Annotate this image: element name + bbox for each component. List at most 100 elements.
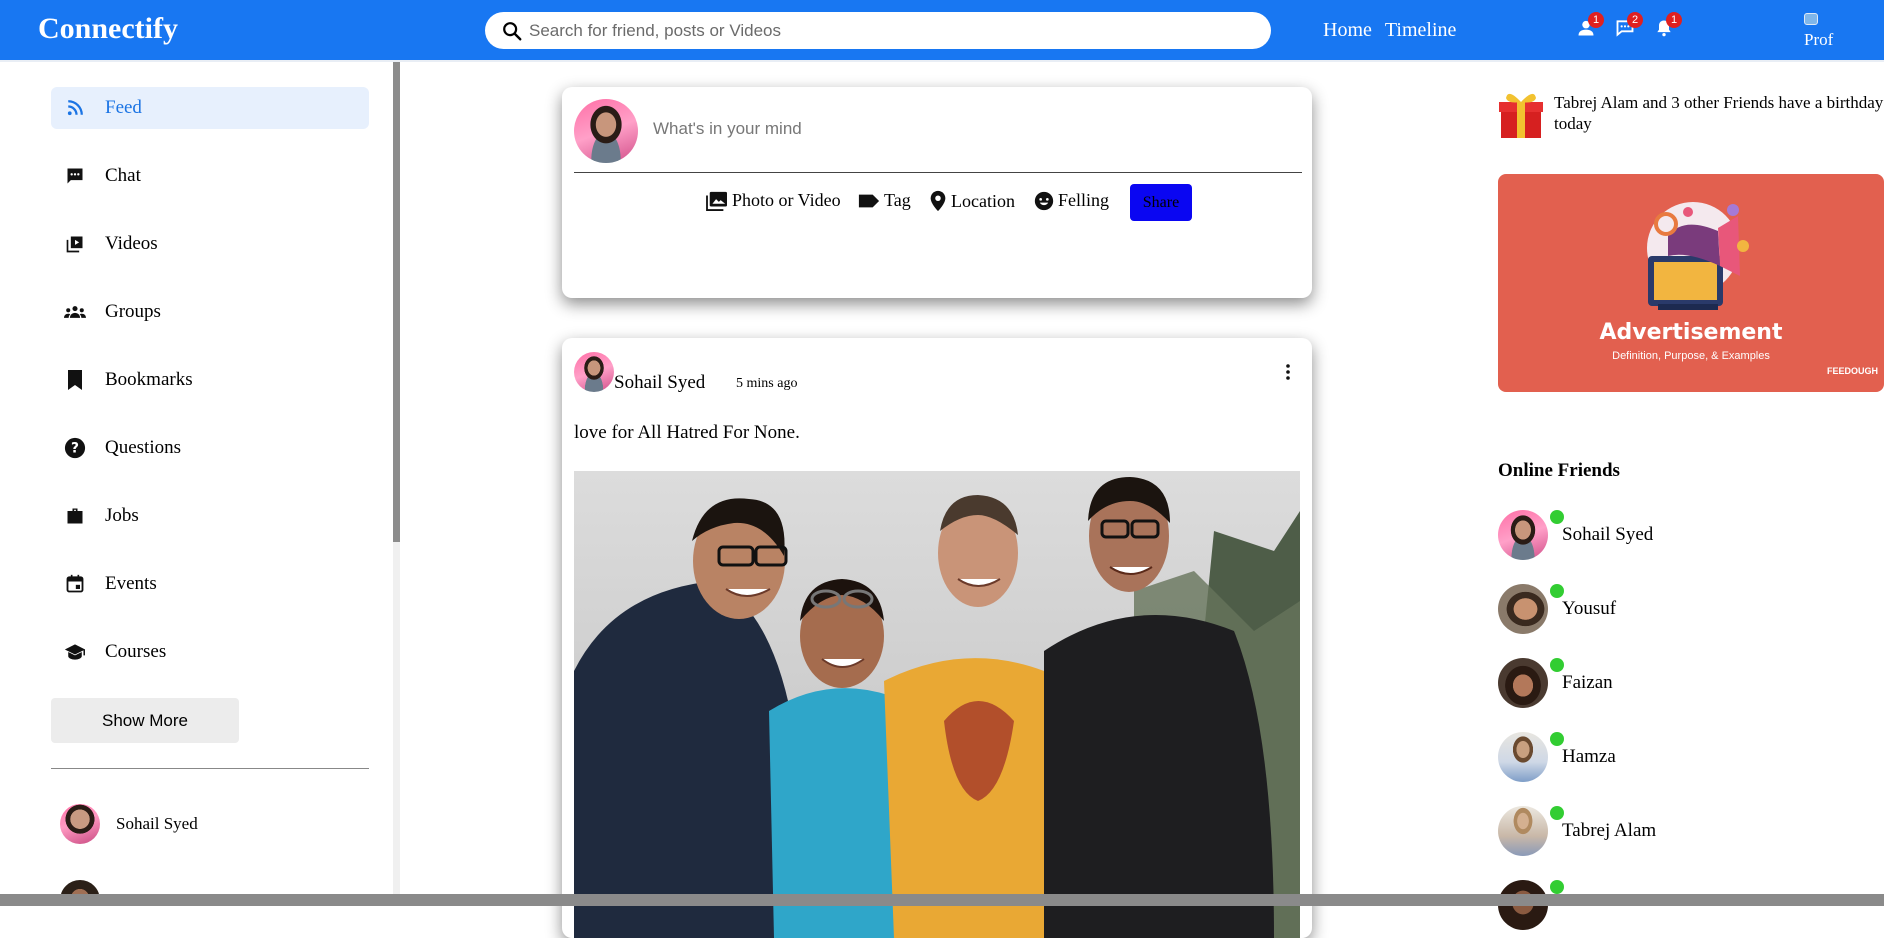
online-indicator [1550, 658, 1564, 672]
online-indicator [1550, 732, 1564, 746]
avatar [574, 99, 638, 163]
avatar [1498, 510, 1548, 560]
notifications-badge: 1 [1666, 12, 1682, 28]
sidebar-item-events[interactable]: Events [51, 563, 369, 605]
friend-name: Faizan [1562, 672, 1613, 693]
home-link[interactable]: Home [1323, 19, 1372, 42]
ad-brand: FEEDOUGH [1826, 366, 1878, 376]
sidebar-divider [51, 768, 369, 769]
ad-subtitle: Definition, Purpose, & Examples [1612, 350, 1770, 362]
online-friend-item[interactable]: Sohail Syed [1498, 510, 1653, 560]
friend-name: Hamza [1562, 746, 1616, 767]
feeling-option[interactable]: Felling [1034, 190, 1109, 211]
share-button[interactable]: Share [1130, 184, 1192, 221]
sidebar-item-groups[interactable]: Groups [51, 291, 369, 333]
online-friend-item[interactable]: Tabrej Alam [1498, 806, 1656, 856]
location-pin-icon [930, 190, 946, 212]
online-indicator [1550, 584, 1564, 598]
photo-video-option[interactable]: Photo or Video [706, 190, 841, 211]
sidebar-item-label: Groups [105, 301, 161, 322]
left-sidebar: Feed Chat Videos Groups Bookmarks ? Ques… [0, 62, 400, 906]
search-input[interactable] [529, 20, 1229, 41]
show-more-button[interactable]: Show More [51, 698, 239, 743]
groups-icon [63, 300, 87, 324]
right-sidebar: Tabrej Alam and 3 other Friends have a b… [1498, 62, 1884, 930]
sidebar-item-label: Events [105, 573, 157, 594]
option-label: Tag [884, 190, 911, 210]
sidebar-item-label: Chat [105, 165, 141, 186]
photo-library-icon [706, 191, 727, 211]
messages-badge: 2 [1627, 12, 1643, 28]
post-image[interactable] [574, 471, 1300, 938]
tag-icon [858, 194, 880, 207]
gift-icon [1499, 93, 1543, 138]
video-library-icon [63, 232, 87, 256]
option-label: Photo or Video [732, 190, 841, 210]
sidebar-item-videos[interactable]: Videos [51, 223, 369, 265]
online-indicator [1550, 880, 1564, 894]
online-indicator [1550, 806, 1564, 820]
sidebar-item-label: Feed [105, 97, 142, 118]
post-time: 5 mins ago [736, 376, 798, 391]
sidebar-item-label: Videos [105, 233, 158, 254]
sidebar-item-chat[interactable]: Chat [51, 155, 369, 197]
online-friends-title: Online Friends [1498, 460, 1620, 481]
avatar [1498, 658, 1548, 708]
friend-name: Tabrej Alam [1562, 820, 1657, 841]
more-vert-icon[interactable] [1282, 362, 1294, 382]
work-icon [63, 504, 87, 528]
svg-text:?: ? [71, 441, 79, 457]
status-input[interactable] [653, 119, 1153, 139]
share-divider [574, 172, 1302, 173]
horizontal-scrollbar[interactable] [0, 894, 1884, 906]
sidebar-item-label: Courses [105, 641, 167, 662]
messages-button[interactable]: 2 [1615, 12, 1643, 40]
app-logo[interactable]: Connectify [38, 12, 178, 46]
school-icon [63, 640, 87, 664]
avatar [1498, 732, 1548, 782]
location-option[interactable]: Location [929, 190, 1015, 212]
profile-image[interactable]: Prof [1802, 13, 1838, 49]
sidebar-item-label: Jobs [105, 505, 139, 526]
sidebar-item-courses[interactable]: Courses [51, 631, 369, 673]
online-indicator [1550, 510, 1564, 524]
help-icon: ? [63, 436, 87, 460]
sidebar-item-bookmarks[interactable]: Bookmarks [51, 359, 369, 401]
avatar [1498, 584, 1548, 634]
ad-title: Advertisement [1599, 320, 1783, 345]
tag-option[interactable]: Tag [858, 190, 911, 211]
option-label: Felling [1058, 190, 1110, 210]
emoji-icon [1034, 191, 1054, 210]
sidebar-item-jobs[interactable]: Jobs [51, 495, 369, 537]
friend-requests-badge: 1 [1588, 12, 1604, 28]
chat-icon [63, 164, 87, 188]
event-icon [63, 572, 87, 596]
notifications-button[interactable]: 1 [1654, 12, 1682, 40]
sidebar-friend-item[interactable]: Sohail Syed [60, 804, 198, 844]
avatar[interactable] [574, 352, 614, 392]
post-card: Sohail Syed 5 mins ago love for All Hatr… [562, 338, 1312, 938]
friend-requests-button[interactable]: 1 [1576, 12, 1604, 40]
sidebar-item-label: Questions [105, 437, 181, 458]
friend-name: Yousuf [1562, 598, 1617, 619]
sidebar-item-feed[interactable]: Feed [51, 87, 369, 129]
option-label: Location [951, 190, 1015, 211]
profile-image-alt: Prof [1804, 30, 1834, 49]
search-bar[interactable] [485, 12, 1271, 49]
advertisement-banner[interactable]: Advertisement Definition, Purpose, & Exa… [1498, 174, 1884, 392]
friend-name: Sohail Syed [116, 814, 198, 833]
online-friend-item[interactable]: Faizan [1498, 658, 1613, 708]
birthday-container: Tabrej Alam and 3 other Friends have a b… [1498, 90, 1884, 140]
friend-name: Sohail Syed [1562, 524, 1654, 545]
post-author[interactable]: Sohail Syed [614, 372, 705, 394]
birthday-text: Tabrej Alam and 3 other Friends have a b… [1554, 93, 1884, 133]
timeline-link[interactable]: Timeline [1385, 19, 1457, 42]
online-friend-item[interactable]: Yousuf [1498, 584, 1616, 634]
rss-icon [63, 96, 87, 120]
avatar [1498, 806, 1548, 856]
online-friend-item[interactable]: Hamza [1498, 732, 1616, 782]
avatar [60, 804, 100, 844]
sidebar-item-questions[interactable]: ? Questions [51, 427, 369, 469]
post-text: love for All Hatred For None. [574, 422, 800, 443]
megaphone-illustration-icon [1647, 202, 1749, 310]
